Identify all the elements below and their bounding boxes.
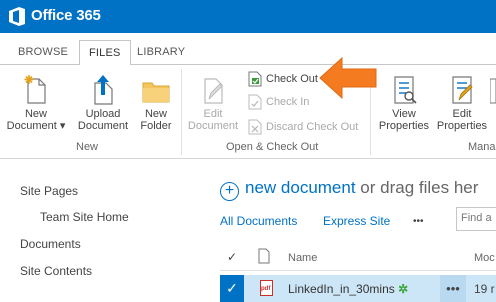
new-document-button[interactable]: New Document ▾ (6, 75, 66, 132)
suite-bar: Office 365 (0, 0, 496, 33)
table-row[interactable]: ✓ pdf LinkedIn_in_30mins ✲ ••• 19 r (220, 275, 496, 302)
list-header: ✓ Name Moc (220, 243, 496, 271)
drag-files-hint: or drag files her (355, 178, 479, 197)
check-out-label: Check Out (266, 73, 318, 85)
nav-site-pages[interactable]: Site Pages (20, 184, 78, 198)
edit-document-icon (204, 78, 223, 104)
upload-icon (94, 75, 113, 105)
edit-document-label-2: Document (187, 120, 239, 132)
suite-brand[interactable]: Office 365 (31, 7, 101, 24)
column-modified[interactable]: Moc (474, 252, 495, 264)
group-label-open-check-out: Open & Check Out (226, 141, 319, 153)
check-in-label: Check In (266, 96, 310, 108)
row-more-button[interactable]: ••• (440, 275, 466, 302)
tab-files[interactable]: FILES (79, 40, 131, 66)
view-all-documents[interactable]: All Documents (220, 214, 297, 228)
new-folder-button[interactable]: New Folder (136, 75, 176, 132)
discard-check-out-button[interactable]: Discard Check Out (247, 118, 365, 136)
edit-document-label-1: Edit (203, 108, 223, 120)
upload-document-button[interactable]: Upload Document (72, 75, 134, 132)
group-separator (181, 69, 182, 155)
select-all-checkbox[interactable]: ✓ (227, 250, 237, 264)
view-properties-label-2: Properties (378, 120, 430, 132)
group-label-new: New (76, 141, 99, 153)
new-document-bar: + new document or drag files her (220, 178, 478, 201)
add-circle-icon[interactable]: + (220, 182, 239, 201)
folder-icon (142, 82, 170, 103)
edit-properties-label-2: Properties (436, 120, 488, 132)
find-file-input[interactable]: Find a (456, 207, 496, 231)
check-in-icon (248, 94, 262, 110)
view-properties-button[interactable]: View Properties (375, 75, 433, 132)
office-logo-icon[interactable] (8, 7, 26, 26)
new-folder-label-2: Folder (140, 120, 172, 132)
view-more-ellipsis[interactable]: ••• (413, 216, 424, 227)
group-label-manage: Mana (468, 141, 496, 153)
new-folder-label-1: New (144, 108, 167, 120)
discard-check-out-icon (248, 119, 262, 135)
pdf-file-icon: pdf (260, 280, 273, 296)
ribbon: New Document ▾ Upload Document New Folde… (0, 65, 496, 159)
view-properties-icon (394, 76, 417, 104)
edit-properties-icon (452, 76, 473, 104)
row-checkbox[interactable]: ✓ (220, 275, 244, 302)
new-document-label-1: New (24, 108, 47, 120)
upload-document-label-2: Document (77, 120, 129, 132)
view-express-site[interactable]: Express Site (323, 214, 390, 228)
ribbon-overflow-icon[interactable] (490, 77, 496, 107)
edit-properties-label-1: Edit (452, 108, 472, 120)
callout-arrow-icon (319, 56, 377, 100)
check-out-icon (248, 71, 262, 87)
edit-properties-button[interactable]: Edit Properties (434, 75, 490, 132)
tab-browse[interactable]: BROWSE (9, 40, 77, 65)
tab-library[interactable]: LIBRARY (128, 40, 194, 65)
file-type-column-icon[interactable] (258, 248, 270, 264)
new-item-icon: ✲ (398, 282, 409, 296)
new-document-link[interactable]: new document (245, 178, 356, 197)
file-name-link[interactable]: LinkedIn_in_30mins (288, 282, 395, 296)
ribbon-tab-row: BROWSE FILES LIBRARY (0, 33, 496, 66)
column-name[interactable]: Name (288, 252, 317, 264)
discard-check-out-label: Discard Check Out (266, 121, 359, 133)
file-name-cell[interactable]: LinkedIn_in_30mins ✲ (288, 282, 408, 296)
modified-cell: 19 r (474, 282, 495, 296)
upload-document-label-1: Upload (85, 108, 121, 120)
nav-documents[interactable]: Documents (20, 237, 81, 251)
view-properties-label-1: View (392, 108, 416, 120)
edit-document-button[interactable]: Edit Document (185, 75, 241, 132)
nav-team-site-home[interactable]: Team Site Home (40, 210, 129, 224)
new-document-label-2: Document ▾ (6, 120, 66, 132)
new-document-icon (24, 75, 46, 104)
nav-site-contents[interactable]: Site Contents (20, 264, 92, 278)
